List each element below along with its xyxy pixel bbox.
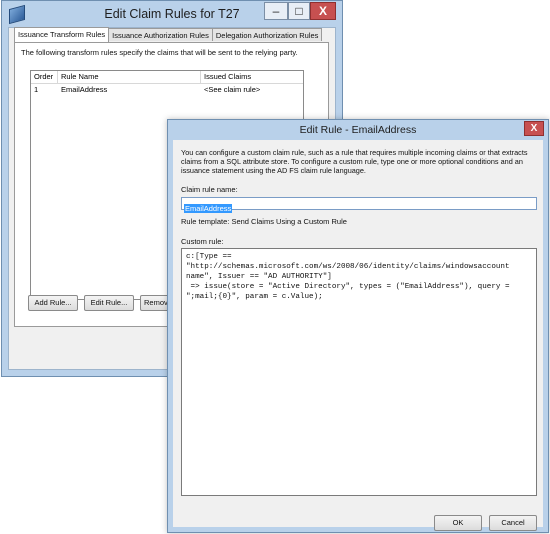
column-header-order[interactable]: Order	[31, 71, 58, 83]
column-header-rule-name[interactable]: Rule Name	[58, 71, 201, 83]
cell-order: 1	[34, 85, 39, 94]
rule-description: You can configure a custom claim rule, s…	[181, 148, 528, 175]
cell-issued-claims: <See claim rule>	[204, 85, 261, 94]
maximize-button[interactable]: □	[288, 2, 310, 20]
edit-rule-button[interactable]: Edit Rule...	[84, 295, 134, 311]
add-rule-button[interactable]: Add Rule...	[28, 295, 78, 311]
close-button[interactable]: X	[524, 121, 544, 136]
title-bar[interactable]: Edit Claim Rules for T27 – □ X	[2, 1, 342, 27]
cell-rule-name: EmailAddress	[61, 85, 108, 94]
table-header: Order Rule Name Issued Claims	[31, 71, 303, 84]
table-row[interactable]: 1 EmailAddress <See claim rule>	[31, 84, 303, 95]
window-title: Edit Rule - EmailAddress	[299, 124, 417, 136]
ok-button[interactable]: OK	[434, 515, 482, 531]
tab-strip: Issuance Transform Rules Issuance Author…	[14, 27, 323, 43]
rule-template-label: Rule template: Send Claims Using a Custo…	[181, 217, 347, 226]
dialog-client-area: You can configure a custom claim rule, s…	[173, 140, 543, 531]
tab-issuance-authorization-rules[interactable]: Issuance Authorization Rules	[108, 28, 213, 41]
title-bar[interactable]: Edit Rule - EmailAddress X	[168, 120, 548, 140]
close-button[interactable]: X	[310, 2, 336, 20]
tab-issuance-transform-rules[interactable]: Issuance Transform Rules	[14, 27, 110, 42]
custom-rule-textarea[interactable]: c:[Type == "http://schemas.microsoft.com…	[181, 248, 537, 496]
tab-delegation-authorization-rules[interactable]: Delegation Authorization Rules	[211, 28, 323, 41]
cancel-button[interactable]: Cancel	[489, 515, 537, 531]
rules-description: The following transform rules specify th…	[21, 48, 298, 57]
claim-rule-name-value: EmailAddress	[184, 204, 233, 213]
edit-rule-window: Edit Rule - EmailAddress X You can confi…	[167, 119, 549, 533]
minimize-button[interactable]: –	[264, 2, 288, 20]
column-header-issued-claims[interactable]: Issued Claims	[201, 71, 303, 83]
claim-rule-name-label: Claim rule name:	[181, 185, 238, 194]
custom-rule-label: Custom rule:	[181, 237, 224, 246]
claim-rule-name-input[interactable]: EmailAddress	[181, 197, 537, 213]
